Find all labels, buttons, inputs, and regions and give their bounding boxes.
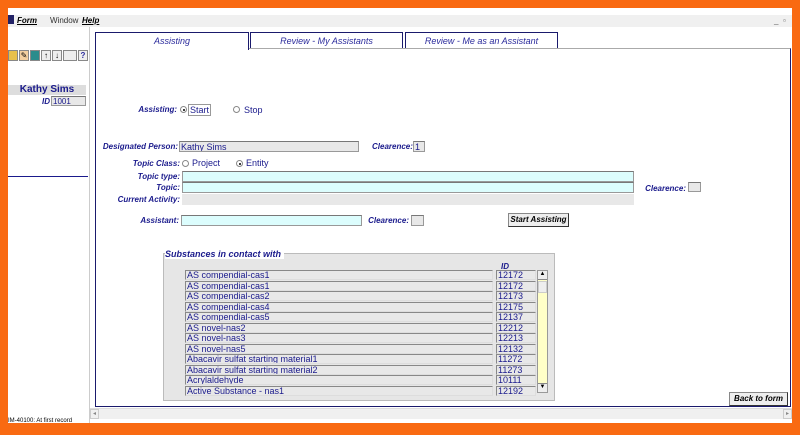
current-activity-field [182, 194, 634, 205]
tab-review-my-assistants[interactable]: Review - My Assistants [250, 32, 403, 49]
substance-row[interactable]: AS novel-nas3 12213 [185, 333, 537, 343]
substance-row[interactable]: Active Substance - nas1 12192 [185, 385, 537, 396]
substance-row[interactable]: AS compendial-cas1 12172 [185, 270, 537, 280]
topic-label: Topic: [156, 183, 180, 192]
substance-name[interactable]: Abacavir sulfat starting material2 [185, 364, 493, 375]
clearence-label: Clearence: [372, 142, 413, 151]
substance-name[interactable]: AS compendial-cas1 [185, 270, 493, 280]
designated-person-field[interactable]: Kathy Sims [179, 141, 359, 152]
assistant-label: Assistant: [140, 216, 179, 225]
menu-window[interactable]: Window [50, 16, 78, 25]
help-icon[interactable]: ? [78, 50, 88, 61]
substance-id[interactable]: 12172 [496, 280, 536, 291]
substance-id[interactable]: 10111 [496, 375, 536, 385]
substance-name[interactable]: Abacavir sulfat starting material1 [185, 354, 493, 364]
id-label: ID [42, 97, 50, 106]
id-field[interactable]: 1001 [51, 96, 86, 106]
assistant-clearence-label: Clearence: [368, 216, 409, 225]
substance-row[interactable]: AS novel-nas2 12212 [185, 322, 537, 333]
list-scrollbar[interactable]: ▲ ▼ [537, 270, 548, 393]
app-window: Form Window Help _ ▫ ✎ ↑ ↓ ? Kathy Sims … [8, 8, 792, 424]
edit-icon[interactable]: ✎ [19, 50, 29, 61]
topic-clearence-field[interactable] [688, 182, 701, 192]
scroll-right-icon[interactable]: ▸ [783, 409, 792, 419]
substances-group: Substances in contact with ID AS compend… [163, 249, 555, 401]
start-radio[interactable] [180, 106, 187, 113]
assisting-label: Assisting: [138, 105, 177, 114]
stop-label[interactable]: Stop [244, 105, 263, 115]
substance-row[interactable]: AS compendial-cas1 12172 [185, 280, 537, 291]
scroll-thumb[interactable] [538, 281, 547, 293]
substance-id[interactable]: 11272 [496, 354, 536, 364]
substance-id[interactable]: 12192 [496, 385, 536, 396]
substance-id[interactable]: 11273 [496, 364, 536, 375]
substance-row[interactable]: AS compendial-cas5 12137 [185, 312, 537, 322]
substance-id[interactable]: 12212 [496, 322, 536, 333]
substance-id[interactable]: 12173 [496, 291, 536, 301]
status-bar: IM-40100: At first record [8, 418, 73, 424]
horizontal-scrollbar[interactable]: ◂ ▸ [90, 408, 792, 419]
person-name: Kathy Sims [8, 85, 86, 95]
substances-title: Substances in contact with [165, 249, 285, 259]
substance-id[interactable]: 12137 [496, 312, 536, 322]
start-label[interactable]: Start [188, 104, 212, 116]
topic-field[interactable] [182, 182, 634, 193]
substance-name[interactable]: AS compendial-cas4 [185, 301, 493, 312]
scroll-up-icon[interactable]: ▲ [538, 271, 547, 280]
substance-row[interactable]: AS compendial-cas4 12175 [185, 301, 537, 312]
substance-row[interactable]: Abacavir sulfat starting material1 11272 [185, 354, 537, 364]
menu-help[interactable]: Help [82, 16, 99, 25]
tab-assisting[interactable]: Assisting [95, 32, 249, 50]
project-radio[interactable] [182, 160, 189, 167]
topic-class-label: Topic Class: [132, 159, 180, 168]
tab-review-me-as-assistant[interactable]: Review - Me as an Assistant [405, 32, 558, 49]
substance-name[interactable]: AS compendial-cas5 [185, 312, 493, 322]
restore-button[interactable]: ▫ [783, 16, 786, 25]
topic-clearence-label: Clearence: [645, 184, 686, 193]
designated-person-label: Designated Person: [102, 142, 178, 151]
substance-id[interactable]: 12213 [496, 333, 536, 343]
save-icon[interactable] [8, 50, 18, 61]
substance-row[interactable]: AS compendial-cas2 12173 [185, 291, 537, 301]
arrow-down-icon[interactable]: ↓ [52, 50, 62, 61]
entity-label[interactable]: Entity [246, 158, 269, 168]
designated-clearence-field[interactable]: 1 [413, 141, 425, 152]
substance-name[interactable]: AS compendial-cas2 [185, 291, 493, 301]
substance-row[interactable]: Acrylaldehyde 10111 [185, 375, 537, 385]
minimize-button[interactable]: _ [774, 16, 778, 25]
substance-name[interactable]: Active Substance - nas1 [185, 385, 493, 396]
substance-id[interactable]: 12175 [496, 301, 536, 312]
entity-radio[interactable] [236, 160, 243, 167]
stop-radio[interactable] [233, 106, 240, 113]
assisting-panel: Assisting: Start Stop Designated Person:… [95, 48, 791, 407]
menu-form[interactable]: Form [17, 16, 37, 25]
substance-row[interactable]: Abacavir sulfat starting material2 11273 [185, 364, 537, 375]
substance-name[interactable]: AS novel-nas2 [185, 322, 493, 333]
substance-id[interactable]: 12132 [496, 343, 536, 354]
back-to-form-button[interactable]: Back to form [729, 392, 788, 406]
app-icon [8, 15, 14, 24]
project-label[interactable]: Project [192, 158, 220, 168]
topic-type-field[interactable] [182, 171, 634, 182]
substance-name[interactable]: AS compendial-cas1 [185, 280, 493, 291]
substance-name[interactable]: AS novel-nas5 [185, 343, 493, 354]
assistant-clearence-field[interactable] [411, 215, 424, 226]
divider [8, 176, 88, 177]
current-activity-label: Current Activity: [117, 195, 180, 204]
start-assisting-button[interactable]: Start Assisting [508, 213, 569, 227]
scroll-left-icon[interactable]: ◂ [90, 409, 99, 419]
menu-bar: Form Window Help _ ▫ [8, 15, 792, 27]
blank-button[interactable] [63, 50, 77, 61]
substance-id[interactable]: 12172 [496, 270, 536, 280]
assistant-field[interactable] [181, 215, 362, 226]
scroll-down-icon[interactable]: ▼ [538, 383, 547, 392]
substance-name[interactable]: AS novel-nas3 [185, 333, 493, 343]
substance-name[interactable]: Acrylaldehyde [185, 375, 493, 385]
arrow-up-icon[interactable]: ↑ [41, 50, 51, 61]
left-panel: ✎ ↑ ↓ ? Kathy Sims ID 1001 [8, 27, 90, 423]
topic-type-label: Topic type: [137, 172, 180, 181]
substance-row[interactable]: AS novel-nas5 12132 [185, 343, 537, 354]
exit-door-icon[interactable] [30, 50, 40, 61]
